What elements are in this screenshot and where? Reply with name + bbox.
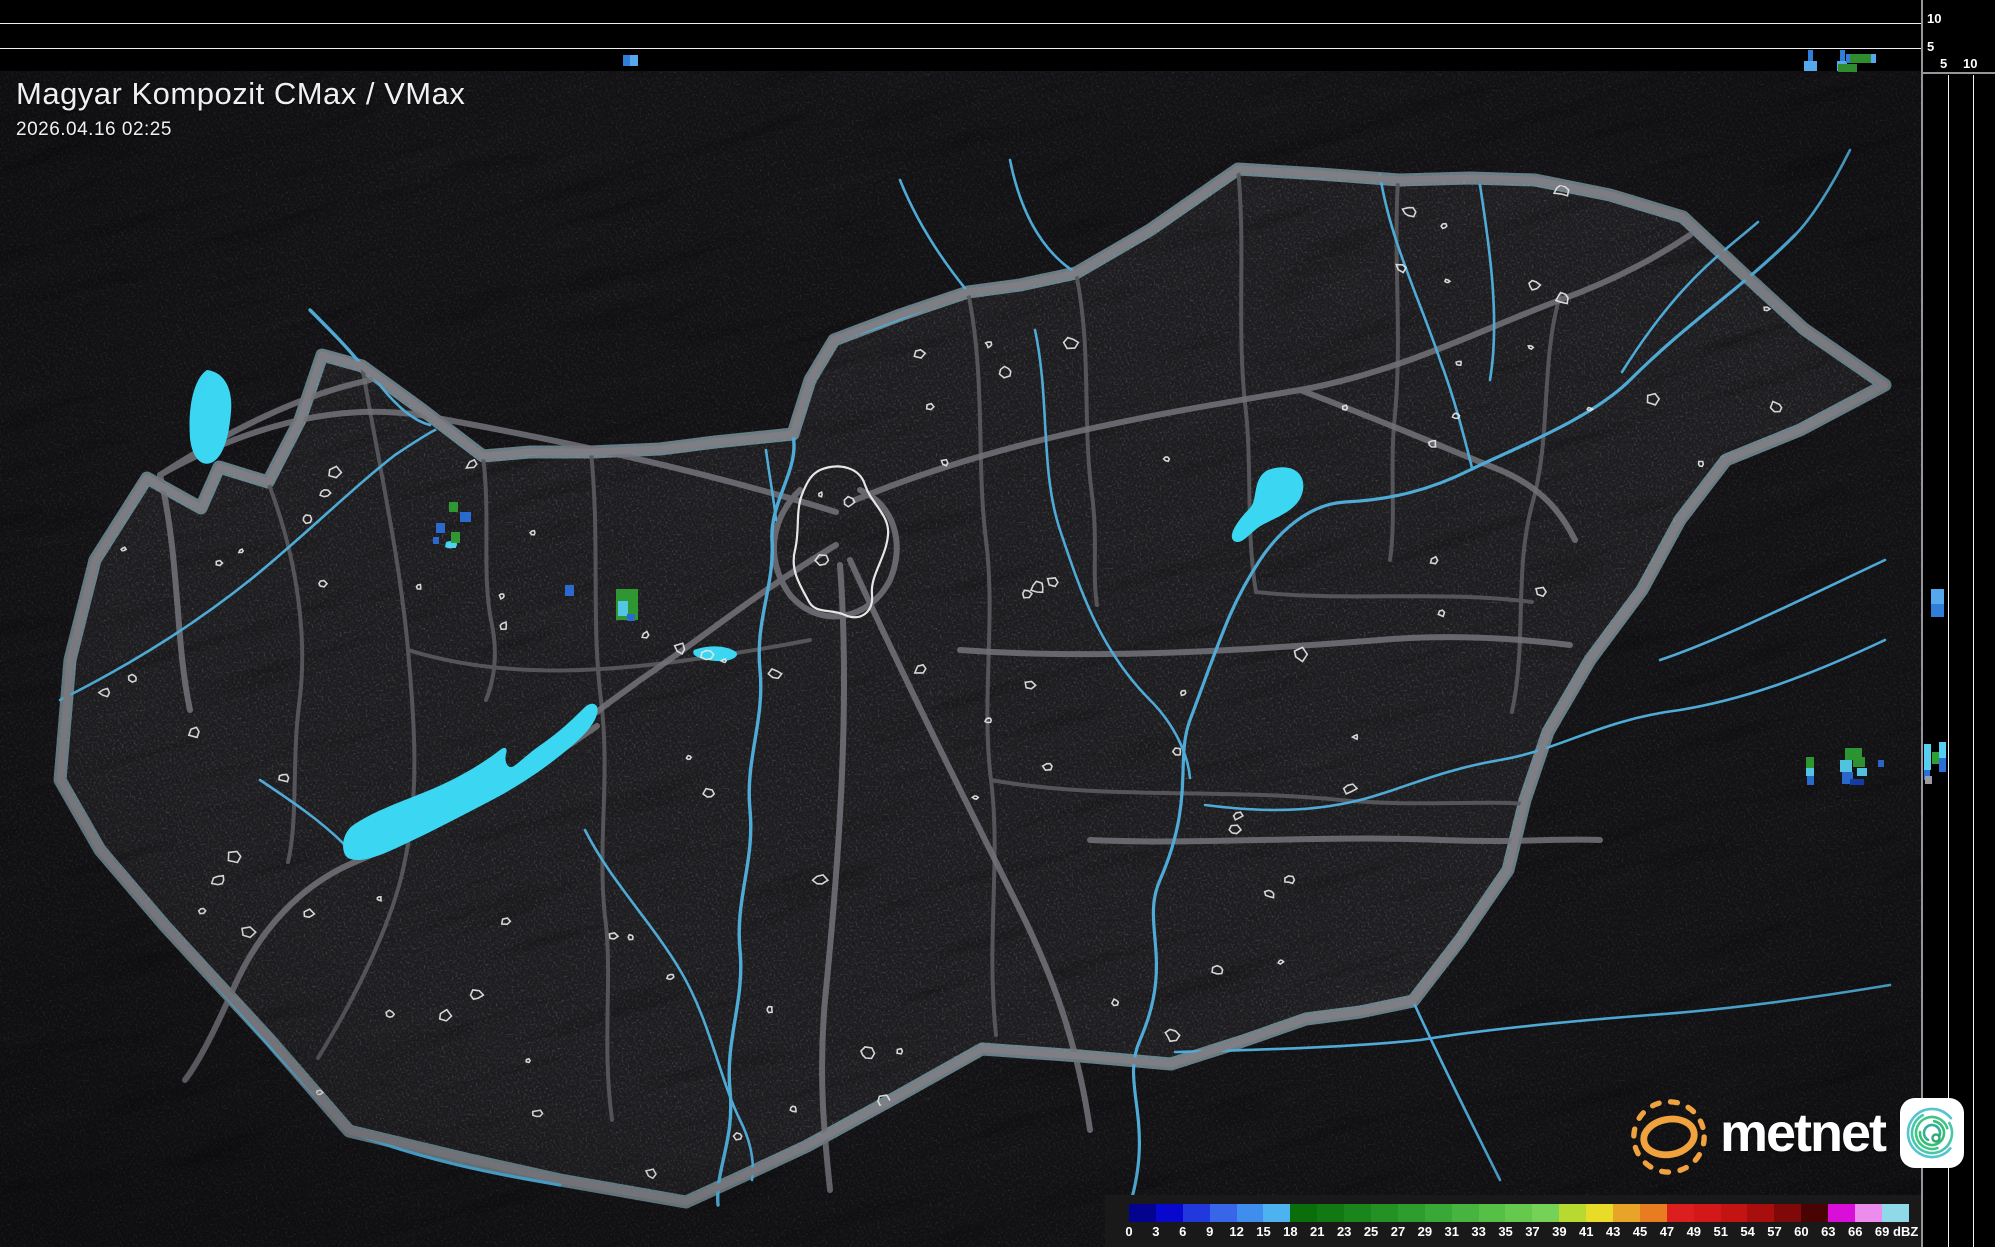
legend-tick-label: 66 [1848,1224,1862,1239]
legend-color-block [1559,1204,1586,1222]
legend-tick-label: 33 [1471,1224,1485,1239]
legend-tick-label: 0 [1125,1224,1132,1239]
sun-icon [1626,1090,1712,1176]
legend-tick-label: 35 [1498,1224,1512,1239]
profile-echo-marker [1939,758,1946,772]
timestamp: 2026.04.16 02:25 [16,119,465,141]
legend-color-block [1747,1204,1774,1222]
page-title: Magyar Kompozit CMax / VMax [16,76,465,112]
timeline-echo-marker [623,55,630,66]
legend-bar [1129,1204,1909,1222]
legend-tick-label: 27 [1391,1224,1405,1239]
dbz-legend: 0369121518212325272931333537394143454749… [1105,1195,1921,1247]
metnet-app-icon [1899,1097,1965,1169]
timeline-panel[interactable] [0,0,1921,71]
title-block: Magyar Kompozit CMax / VMax 2026.04.16 0… [16,76,465,141]
legend-tick-label: 25 [1364,1224,1378,1239]
legend-tick-label: 60 [1794,1224,1808,1239]
profile-echo-marker [1939,742,1946,758]
radar-map [0,0,1995,1247]
legend-color-block [1210,1204,1237,1222]
profile-panel: 10 5 5 10 [1921,0,1995,1247]
timeline-echo-marker [630,55,638,66]
legend-color-block [1317,1204,1344,1222]
branding: metnet [1626,1090,1965,1176]
legend-color-block [1344,1204,1371,1222]
profile-xlabel-5: 5 [1940,57,1947,70]
timeline-ylabel-5: 5 [1927,40,1934,53]
legend-tick-label: 21 [1310,1224,1324,1239]
legend-unit: dBZ [1893,1224,1918,1239]
legend-tick-label: 18 [1283,1224,1297,1239]
profile-gridline-5 [1948,75,1949,1247]
legend-tick-label: 29 [1418,1224,1432,1239]
profile-echo-marker [1931,604,1944,617]
legend-tick-label: 54 [1740,1224,1754,1239]
legend-color-block [1586,1204,1613,1222]
legend-tick-label: 69 [1875,1224,1889,1239]
timeline-echo-marker [1804,61,1817,71]
legend-color-block [1129,1204,1156,1222]
legend-tick-label: 51 [1713,1224,1727,1239]
profile-echo-marker [1925,776,1932,784]
legend-color-block [1667,1204,1694,1222]
legend-tick-label: 39 [1552,1224,1566,1239]
legend-tick-label: 12 [1229,1224,1243,1239]
legend-color-block [1721,1204,1748,1222]
legend-tick-label: 57 [1767,1224,1781,1239]
metnet-wordmark: metnet [1720,1102,1885,1164]
legend-color-block [1398,1204,1425,1222]
legend-tick-label: 45 [1633,1224,1647,1239]
legend-color-block [1882,1204,1909,1222]
timeline-gridline-10 [0,23,1921,24]
legend-color-block [1263,1204,1290,1222]
timeline-ylabel-10: 10 [1927,12,1941,25]
legend-color-block [1774,1204,1801,1222]
legend-color-block [1156,1204,1183,1222]
legend-tick-label: 6 [1179,1224,1186,1239]
legend-tick-label: 63 [1821,1224,1835,1239]
legend-tick-label: 43 [1606,1224,1620,1239]
legend-color-block [1694,1204,1721,1222]
legend-color-block [1828,1204,1855,1222]
profile-echo-marker [1932,752,1939,764]
legend-color-block [1532,1204,1559,1222]
legend-color-block [1237,1204,1264,1222]
legend-color-block [1855,1204,1882,1222]
legend-tick-label: 47 [1660,1224,1674,1239]
timeline-echo-marker [1838,64,1857,72]
legend-color-block [1452,1204,1479,1222]
legend-tick-label: 23 [1337,1224,1351,1239]
profile-echo-marker [1924,744,1931,770]
legend-tick-label: 9 [1206,1224,1213,1239]
legend-color-block [1640,1204,1667,1222]
legend-color-block [1371,1204,1398,1222]
timeline-echo-marker [1850,54,1871,63]
profile-panel-divider [1921,72,1995,74]
legend-tick-label: 41 [1579,1224,1593,1239]
legend-color-block [1613,1204,1640,1222]
timeline-gridline-5 [0,48,1921,49]
legend-color-block [1425,1204,1452,1222]
legend-color-block [1183,1204,1210,1222]
legend-color-block [1290,1204,1317,1222]
legend-ticks: 0369121518212325272931333537394143454749… [1129,1224,1909,1242]
legend-color-block [1479,1204,1506,1222]
vignette [0,0,1995,1247]
legend-color-block [1505,1204,1532,1222]
legend-tick-label: 15 [1256,1224,1270,1239]
profile-gridline-10 [1973,75,1974,1247]
legend-tick-label: 3 [1152,1224,1159,1239]
legend-tick-label: 37 [1525,1224,1539,1239]
legend-tick-label: 49 [1687,1224,1701,1239]
profile-echo-marker [1931,589,1944,604]
radar-viewer: Magyar Kompozit CMax / VMax 2026.04.16 0… [0,0,1995,1247]
profile-xlabel-10: 10 [1963,57,1977,70]
legend-color-block [1801,1204,1828,1222]
timeline-echo-marker [1871,54,1876,63]
legend-tick-label: 31 [1445,1224,1459,1239]
